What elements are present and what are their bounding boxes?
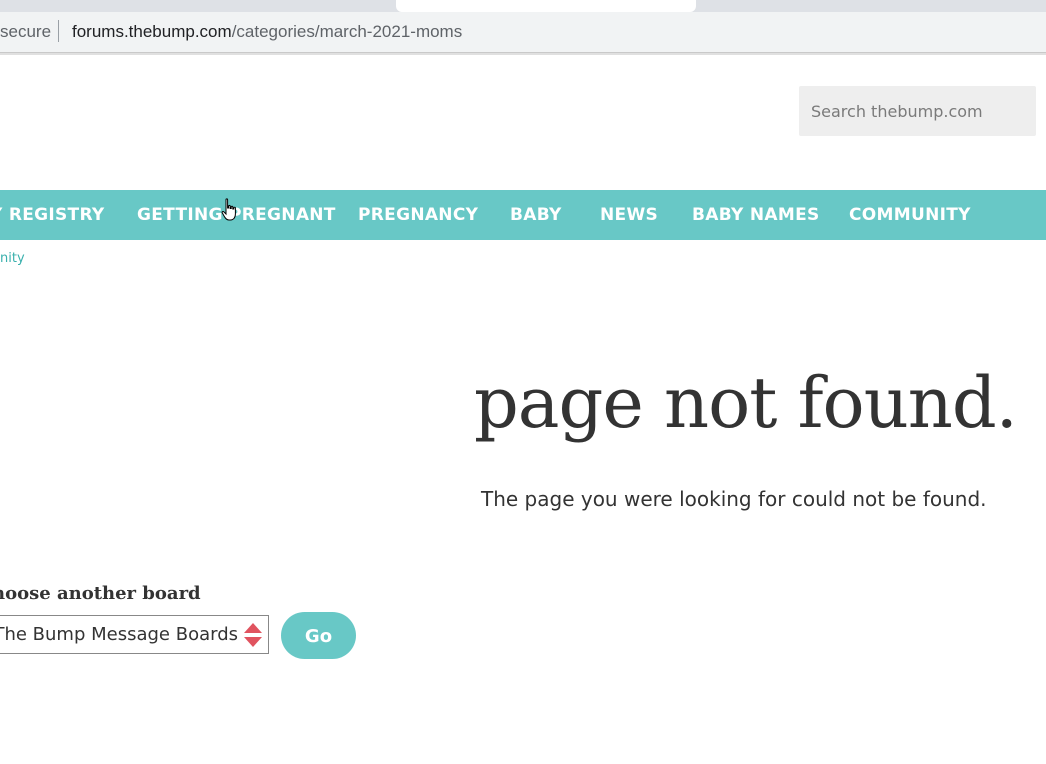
choose-board-label: hoose another board [0, 583, 201, 604]
page-title: page not found. [474, 362, 1018, 444]
address-bar[interactable]: secure forums.thebump.com/categories/mar… [0, 12, 1046, 53]
browser-tabstrip [0, 0, 1046, 12]
nav-item-baby-names[interactable]: BABY NAMES [692, 190, 820, 240]
nav-item-registry[interactable]: Y REGISTRY [0, 190, 105, 240]
search-input[interactable] [799, 86, 1036, 136]
browser-tab-inactive-right[interactable] [696, 0, 1046, 8]
nav-item-community[interactable]: COMMUNITY [849, 190, 971, 240]
nav-item-pregnancy[interactable]: PREGNANCY [358, 190, 478, 240]
select-updown-icon [244, 623, 262, 647]
search-box[interactable] [799, 86, 1036, 136]
url-host: forums.thebump.com [72, 22, 232, 41]
nav-item-baby[interactable]: BABY [510, 190, 562, 240]
board-select[interactable]: The Bump Message Boards [0, 615, 269, 654]
url-path: /categories/march-2021-moms [231, 22, 463, 41]
go-button[interactable]: Go [281, 612, 356, 659]
main-nav: Y REGISTRY GETTING PREGNANT PREGNANCY BA… [0, 190, 1046, 240]
hand-cursor-icon [221, 198, 236, 221]
address-separator [58, 20, 59, 42]
browser-tab-active[interactable] [396, 0, 696, 12]
board-select-value: The Bump Message Boards [0, 624, 238, 645]
nav-item-news[interactable]: NEWS [600, 190, 658, 240]
security-indicator[interactable]: secure [0, 22, 51, 42]
url-text[interactable]: forums.thebump.com/categories/march-2021… [72, 22, 462, 42]
chrome-divider [0, 53, 1046, 55]
browser-tab-inactive-left[interactable] [0, 0, 396, 8]
not-found-message: The page you were looking for could not … [481, 487, 987, 511]
breadcrumb[interactable]: nity [0, 251, 25, 266]
